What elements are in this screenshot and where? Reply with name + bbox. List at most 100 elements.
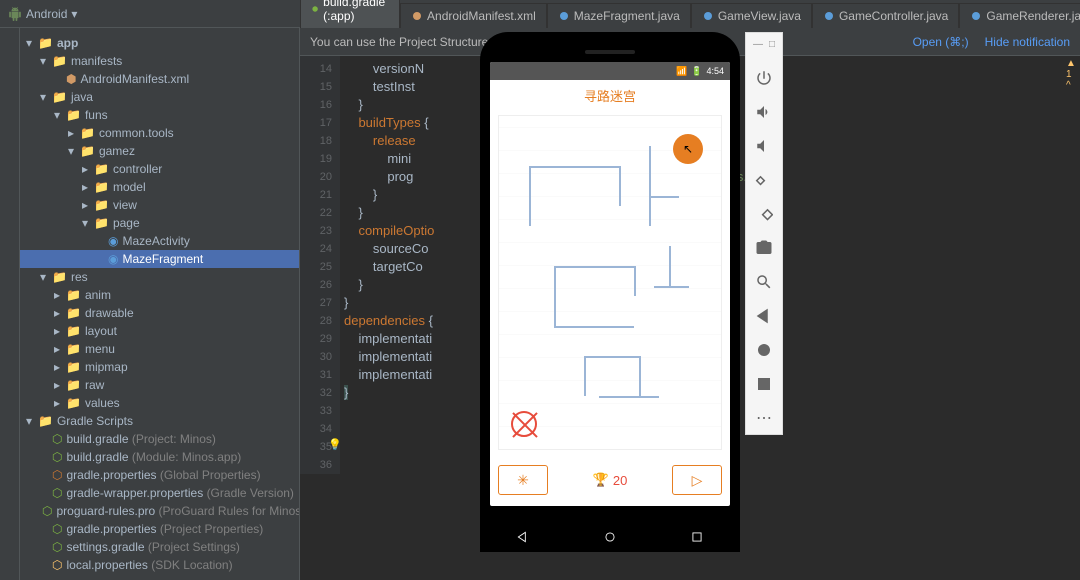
close-icon[interactable]: □ — [769, 39, 775, 50]
folder-icon: 📁 — [94, 162, 109, 176]
folder-icon: 📁 — [38, 414, 53, 428]
tree-local-properties[interactable]: ⬡local.properties (SDK Location) — [20, 556, 299, 574]
tree-gradle-wrapper-properties[interactable]: ⬡gradle-wrapper.properties (Gradle Versi… — [20, 484, 299, 502]
play-button[interactable]: ▷ — [672, 465, 722, 495]
editor-tabs: build.gradle (:app)AndroidManifest.xmlMa… — [300, 0, 1080, 28]
xml-file-icon: ⬢ — [66, 72, 76, 86]
more-icon[interactable]: ⋯ — [754, 408, 774, 428]
rotate-left-icon[interactable] — [754, 170, 774, 190]
tree-res[interactable]: ▾📁res — [20, 268, 299, 286]
tab-androidmanifest-xml[interactable]: AndroidManifest.xml — [400, 3, 547, 28]
tab-build-gradle-app-[interactable]: build.gradle (:app) — [300, 0, 400, 28]
tree-view[interactable]: ▸📁view — [20, 196, 299, 214]
device-speaker — [585, 50, 635, 54]
emulator-toolbar: — □ ⋯ — [745, 32, 783, 435]
folder-icon: 📁 — [52, 54, 67, 68]
tree-menu[interactable]: ▸📁menu — [20, 340, 299, 358]
tree-androidmanifest-xml[interactable]: ⬢AndroidManifest.xml — [20, 70, 299, 88]
tree-arrow-icon: ▸ — [52, 342, 62, 356]
tree-arrow-icon: ▸ — [80, 180, 90, 194]
folder-icon: 📁 — [94, 198, 109, 212]
tree-mazeactivity[interactable]: ◉MazeActivity — [20, 232, 299, 250]
tree-funs[interactable]: ▾📁funs — [20, 106, 299, 124]
gradle-file-icon: ⬡ — [52, 522, 62, 536]
volume-up-icon[interactable] — [754, 102, 774, 122]
kotlin-file-icon: ◉ — [108, 234, 118, 248]
rotate-right-icon[interactable] — [754, 204, 774, 224]
tree-arrow-icon: ▾ — [24, 36, 34, 50]
nav-overview-icon[interactable] — [690, 530, 704, 544]
tree-gradle-scripts[interactable]: ▾📁Gradle Scripts — [20, 412, 299, 430]
power-icon[interactable] — [754, 68, 774, 88]
reset-button[interactable]: ✳ — [498, 465, 548, 495]
game-controls: ✳ 🏆 20 ▷ — [498, 460, 722, 500]
java-file-icon — [970, 10, 982, 22]
tree-manifests[interactable]: ▾📁manifests — [20, 52, 299, 70]
tree-anim[interactable]: ▸📁anim — [20, 286, 299, 304]
tab-mazefragment-java[interactable]: MazeFragment.java — [547, 3, 691, 28]
tree-gradle-properties[interactable]: ⬡gradle.properties (Global Properties) — [20, 466, 299, 484]
tree-arrow-icon: ▸ — [52, 378, 62, 392]
tree-model[interactable]: ▸📁model — [20, 178, 299, 196]
tree-drawable[interactable]: ▸📁drawable — [20, 304, 299, 322]
tree-arrow-icon: ▸ — [52, 360, 62, 374]
tree-controller[interactable]: ▸📁controller — [20, 160, 299, 178]
tree-arrow-icon: ▾ — [38, 54, 48, 68]
zoom-icon[interactable] — [754, 272, 774, 292]
cursor-icon: ↖ — [683, 142, 693, 156]
player-ball[interactable]: ↖ — [673, 134, 703, 164]
gradle-file-icon: ⬡ — [52, 468, 62, 482]
tree-gradle-properties[interactable]: ⬡gradle.properties (Project Properties) — [20, 520, 299, 538]
maze-game-area[interactable]: ↖ — [498, 115, 722, 450]
android-view-selector[interactable]: Android ▾ — [8, 7, 77, 21]
kotlin-file-icon: ◉ — [108, 252, 118, 266]
tree-arrow-icon: ▾ — [66, 144, 76, 158]
tab-gamerenderer-java[interactable]: GameRenderer.java — [959, 3, 1080, 28]
folder-icon: 📁 — [66, 288, 81, 302]
android-nav-bar — [480, 522, 740, 552]
maze-target — [511, 411, 537, 437]
clock: 4:54 — [706, 66, 724, 76]
tree-common-tools[interactable]: ▸📁common.tools — [20, 124, 299, 142]
java-file-icon — [823, 10, 835, 22]
hide-notification-link[interactable]: Hide notification — [985, 35, 1070, 49]
volume-down-icon[interactable] — [754, 136, 774, 156]
overview-icon[interactable] — [754, 374, 774, 394]
camera-icon[interactable] — [754, 238, 774, 258]
tree-values[interactable]: ▸📁values — [20, 394, 299, 412]
tree-arrow-icon: ▸ — [52, 324, 62, 338]
home-icon[interactable] — [754, 340, 774, 360]
notification-text: You can use the Project Structure — [310, 35, 488, 49]
gradle-file-icon: ⬡ — [52, 558, 62, 572]
tree-java[interactable]: ▾📁java — [20, 88, 299, 106]
nav-home-icon[interactable] — [603, 530, 617, 544]
tree-mazefragment[interactable]: ◉MazeFragment — [20, 250, 299, 268]
folder-icon: 📁 — [66, 396, 81, 410]
tab-gamecontroller-java[interactable]: GameController.java — [812, 3, 959, 28]
java-file-icon — [558, 10, 570, 22]
warning-indicator[interactable]: ▲ 1 ^ — [1066, 58, 1078, 91]
intention-bulb-icon[interactable]: 💡 — [328, 438, 342, 451]
tree-proguard-rules-pro[interactable]: ⬡proguard-rules.pro (ProGuard Rules for … — [20, 502, 299, 520]
tree-app[interactable]: ▾📁app — [20, 34, 299, 52]
gradle-file-icon: ⬡ — [52, 432, 62, 446]
tree-raw[interactable]: ▸📁raw — [20, 376, 299, 394]
minimize-icon[interactable]: — — [753, 39, 763, 50]
tree-build-gradle[interactable]: ⬡build.gradle (Module: Minos.app) — [20, 448, 299, 466]
nav-back-icon[interactable] — [516, 530, 530, 544]
back-icon[interactable] — [754, 306, 774, 326]
folder-icon: 📁 — [66, 108, 81, 122]
tab-gameview-java[interactable]: GameView.java — [691, 3, 812, 28]
open-project-structure-link[interactable]: Open (⌘;) — [913, 35, 969, 49]
tree-build-gradle[interactable]: ⬡build.gradle (Project: Minos) — [20, 430, 299, 448]
tree-mipmap[interactable]: ▸📁mipmap — [20, 358, 299, 376]
tree-arrow-icon: ▾ — [24, 414, 34, 428]
tool-window-bar[interactable] — [0, 28, 20, 580]
tree-arrow-icon: ▸ — [66, 126, 76, 140]
tree-settings-gradle[interactable]: ⬡settings.gradle (Project Settings) — [20, 538, 299, 556]
tree-page[interactable]: ▾📁page — [20, 214, 299, 232]
android-label-text: Android — [26, 7, 67, 21]
tree-layout[interactable]: ▸📁layout — [20, 322, 299, 340]
tree-gamez[interactable]: ▾📁gamez — [20, 142, 299, 160]
android-status-bar: 📶 🔋 4:54 — [490, 62, 730, 80]
